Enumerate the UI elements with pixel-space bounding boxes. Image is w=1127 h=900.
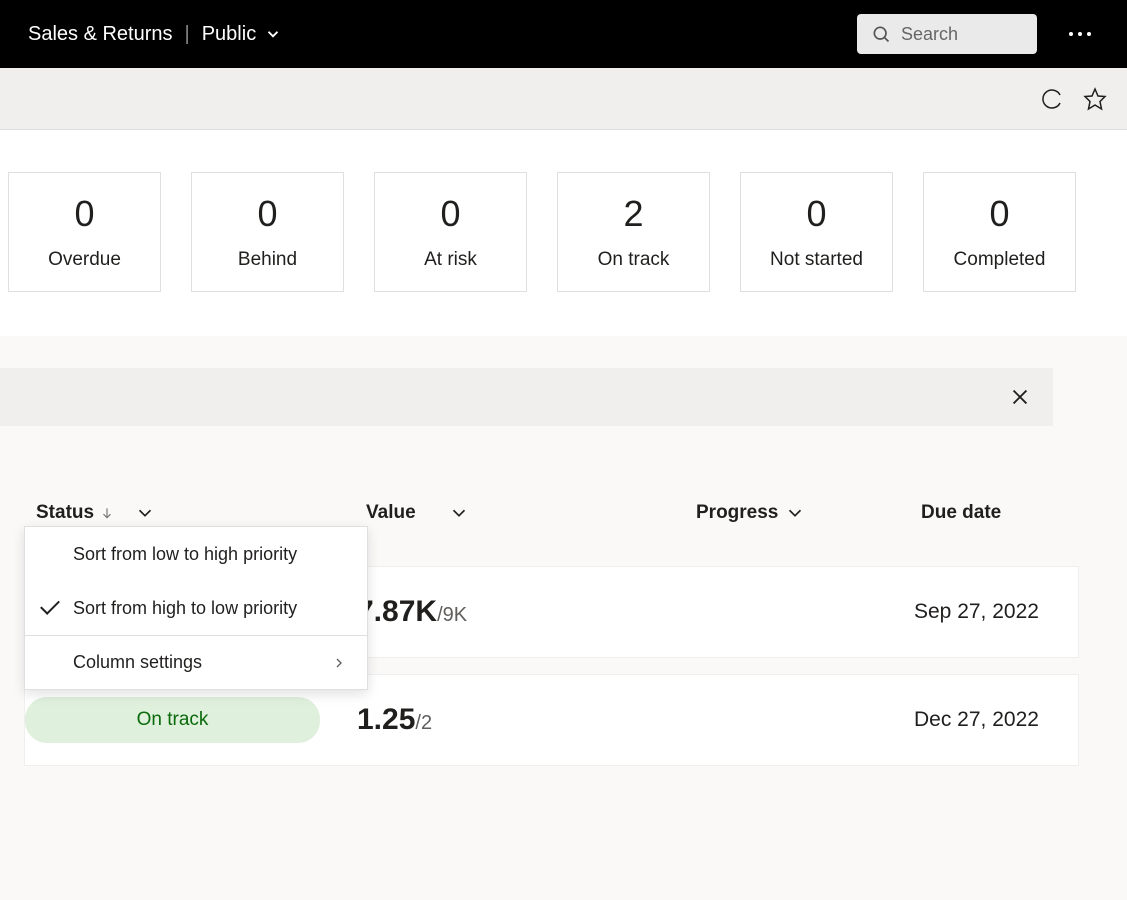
- close-filter-button[interactable]: [1009, 386, 1031, 408]
- column-header-due-date[interactable]: Due date: [921, 502, 1001, 524]
- column-settings[interactable]: Column settings: [25, 635, 367, 689]
- kpi-label: Behind: [238, 249, 297, 271]
- kpi-card-at-risk[interactable]: 0 At risk: [374, 172, 527, 292]
- kpi-card-not-started[interactable]: 0 Not started: [740, 172, 893, 292]
- chevron-down-icon: [784, 502, 806, 524]
- search-input[interactable]: Search: [857, 14, 1037, 54]
- chevron-right-icon: [331, 655, 347, 671]
- kpi-label: Overdue: [48, 249, 121, 271]
- column-header-status[interactable]: Status Sort from low to high priority So…: [36, 502, 366, 524]
- kpi-label: At risk: [424, 249, 477, 271]
- column-label: Value: [366, 502, 416, 524]
- sort-high-to-low[interactable]: Sort from high to low priority: [25, 581, 367, 635]
- header-divider: |: [185, 23, 190, 46]
- chevron-down-icon: [264, 25, 282, 43]
- search-icon: [871, 24, 891, 44]
- filter-bar: [0, 368, 1053, 426]
- kpi-card-on-track[interactable]: 2 On track: [557, 172, 710, 292]
- status-sort-dropdown: Sort from low to high priority Sort from…: [24, 526, 368, 690]
- kpi-card-completed[interactable]: 0 Completed: [923, 172, 1076, 292]
- kpi-card-overdue[interactable]: 0 Overdue: [8, 172, 161, 292]
- column-label: Progress: [696, 502, 778, 524]
- kpi-count: 0: [440, 193, 460, 235]
- search-placeholder: Search: [901, 24, 958, 45]
- row-status: On track: [25, 697, 357, 743]
- row-value: 7.87K/9K: [357, 595, 689, 629]
- column-label: Due date: [921, 502, 1001, 523]
- more-button[interactable]: [1061, 24, 1099, 44]
- close-icon: [1009, 386, 1031, 408]
- kpi-count: 0: [989, 193, 1009, 235]
- kpi-count: 2: [623, 193, 643, 235]
- favorite-button[interactable]: [1083, 87, 1107, 111]
- column-header-progress[interactable]: Progress: [696, 502, 921, 524]
- column-header-value[interactable]: Value: [366, 502, 696, 524]
- table-headers: Status Sort from low to high priority So…: [36, 502, 1127, 524]
- workspace-title: Sales & Returns: [28, 23, 173, 46]
- sort-low-to-high[interactable]: Sort from low to high priority: [25, 527, 367, 581]
- kpi-label: On track: [598, 249, 670, 271]
- kpi-count: 0: [74, 193, 94, 235]
- star-icon: [1083, 87, 1107, 111]
- refresh-button[interactable]: [1039, 87, 1063, 111]
- visibility-label: Public: [202, 23, 256, 46]
- sub-toolbar: [0, 68, 1127, 130]
- table-section: Status Sort from low to high priority So…: [0, 502, 1127, 766]
- header-right: Search: [857, 14, 1099, 54]
- row-value: 1.25/2: [357, 703, 689, 737]
- kpi-count: 0: [257, 193, 277, 235]
- kpi-section: 0 Overdue 0 Behind 0 At risk 2 On track …: [0, 130, 1127, 336]
- row-due-date: Dec 27, 2022: [914, 708, 1039, 732]
- column-label: Status: [36, 502, 94, 524]
- kpi-label: Completed: [954, 249, 1046, 271]
- row-due-date: Sep 27, 2022: [914, 600, 1039, 624]
- kpi-count: 0: [806, 193, 826, 235]
- sort-down-arrow-icon: [100, 505, 114, 521]
- chevron-down-icon: [448, 502, 470, 524]
- top-header: Sales & Returns | Public Search: [0, 0, 1127, 68]
- visibility-dropdown[interactable]: Public: [202, 23, 282, 46]
- status-badge: On track: [25, 697, 320, 743]
- header-left: Sales & Returns | Public: [28, 23, 282, 46]
- chevron-down-icon: [134, 502, 156, 524]
- refresh-icon: [1039, 87, 1063, 111]
- kpi-label: Not started: [770, 249, 863, 271]
- kpi-card-behind[interactable]: 0 Behind: [191, 172, 344, 292]
